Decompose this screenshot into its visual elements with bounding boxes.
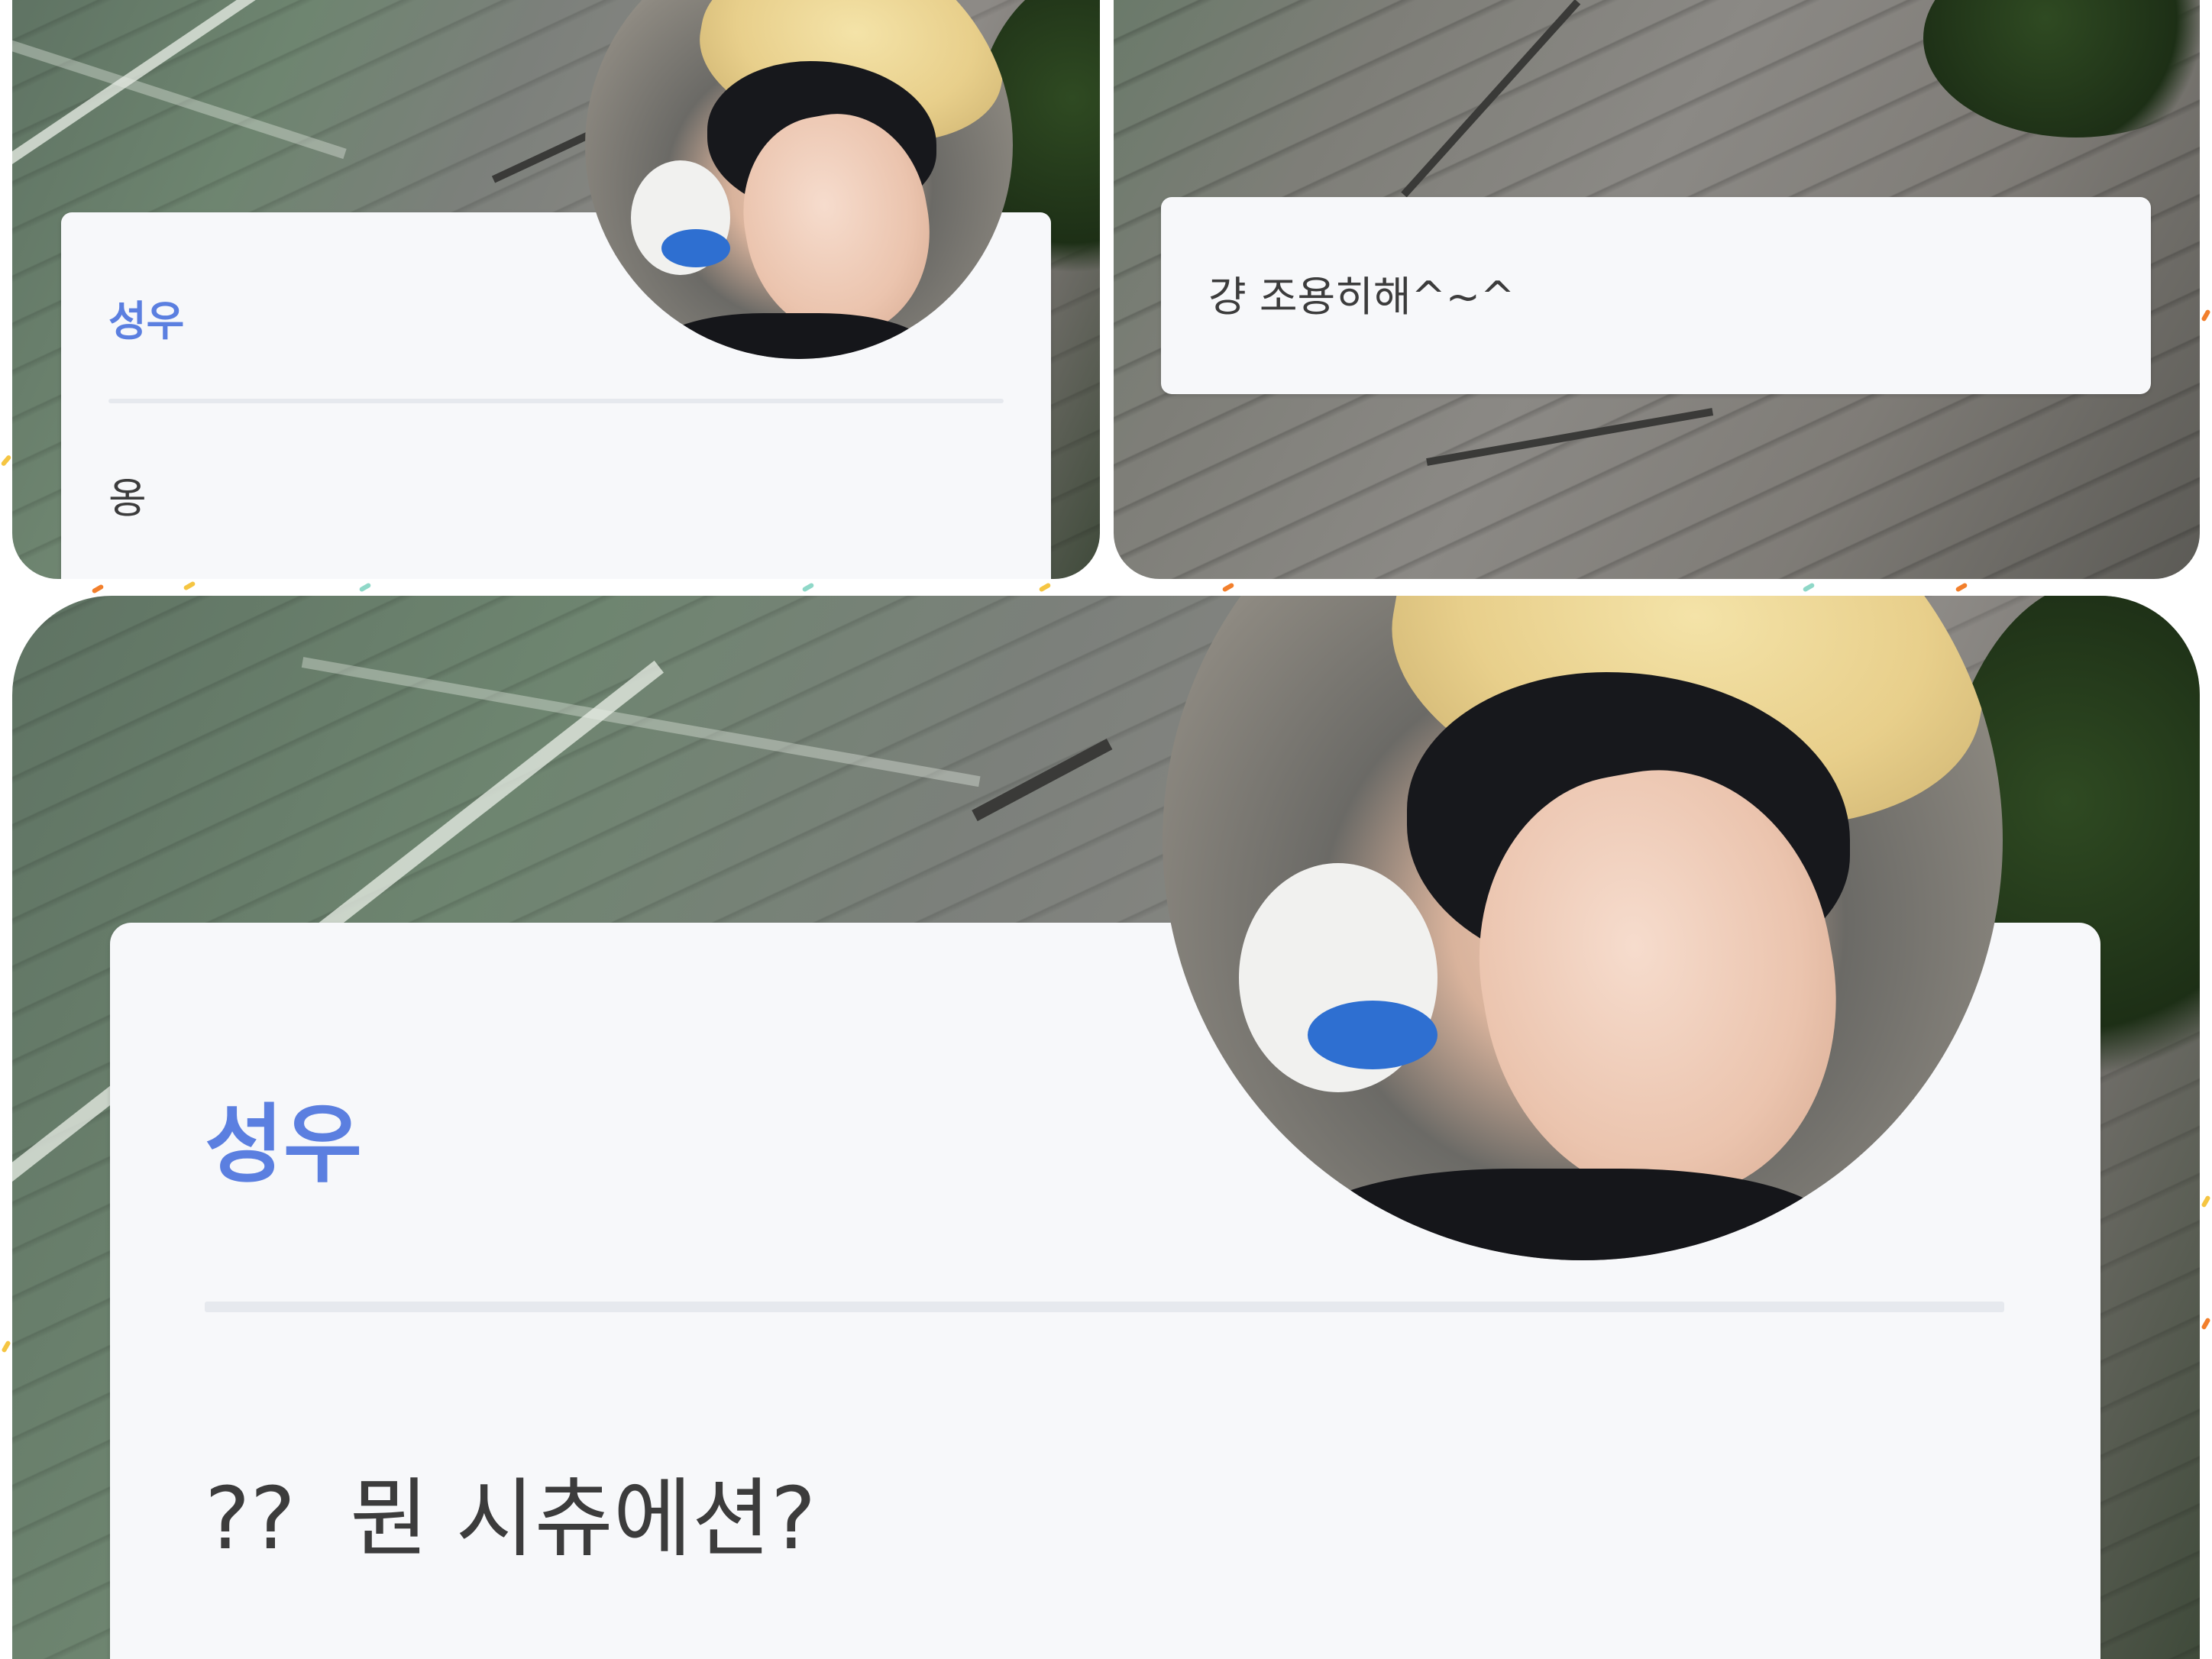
- shirt: [1300, 1169, 1835, 1260]
- confetti-decoration: [1038, 582, 1052, 593]
- confetti-decoration: [358, 582, 372, 593]
- confetti-decoration: [801, 582, 815, 593]
- confetti-decoration: [2201, 1317, 2211, 1331]
- card-divider: [108, 399, 1004, 403]
- message-text: 걍 조용히해^~^: [1208, 273, 1515, 321]
- sender-name: 성우: [205, 1095, 363, 1195]
- confetti-decoration: [2201, 1195, 2211, 1208]
- plush-toy-scarf: [661, 229, 730, 267]
- message-card[interactable]: 걍 조용히해^~^: [1161, 197, 2151, 394]
- confetti-decoration: [183, 580, 196, 591]
- chat-panel-1: 성우 옹: [12, 0, 1100, 579]
- plush-toy-scarf: [1308, 1001, 1437, 1069]
- chat-panel-2: 걍 조용히해^~^: [1114, 0, 2200, 579]
- message-text: 옹: [108, 474, 147, 522]
- confetti-decoration: [2201, 309, 2211, 322]
- confetti-decoration: [0, 454, 12, 467]
- confetti-decoration: [1802, 582, 1816, 593]
- confetti-decoration: [91, 584, 105, 594]
- confetti-decoration: [1955, 582, 1968, 593]
- card-divider: [205, 1302, 2004, 1312]
- confetti-decoration: [1221, 582, 1235, 593]
- chat-panel-3: 성우 ?? 뭔 시츄에션?: [12, 596, 2200, 1659]
- sender-name: 성우: [108, 297, 185, 345]
- confetti-decoration: [1, 1340, 11, 1353]
- message-text: ?? 뭔 시츄에션?: [205, 1470, 817, 1569]
